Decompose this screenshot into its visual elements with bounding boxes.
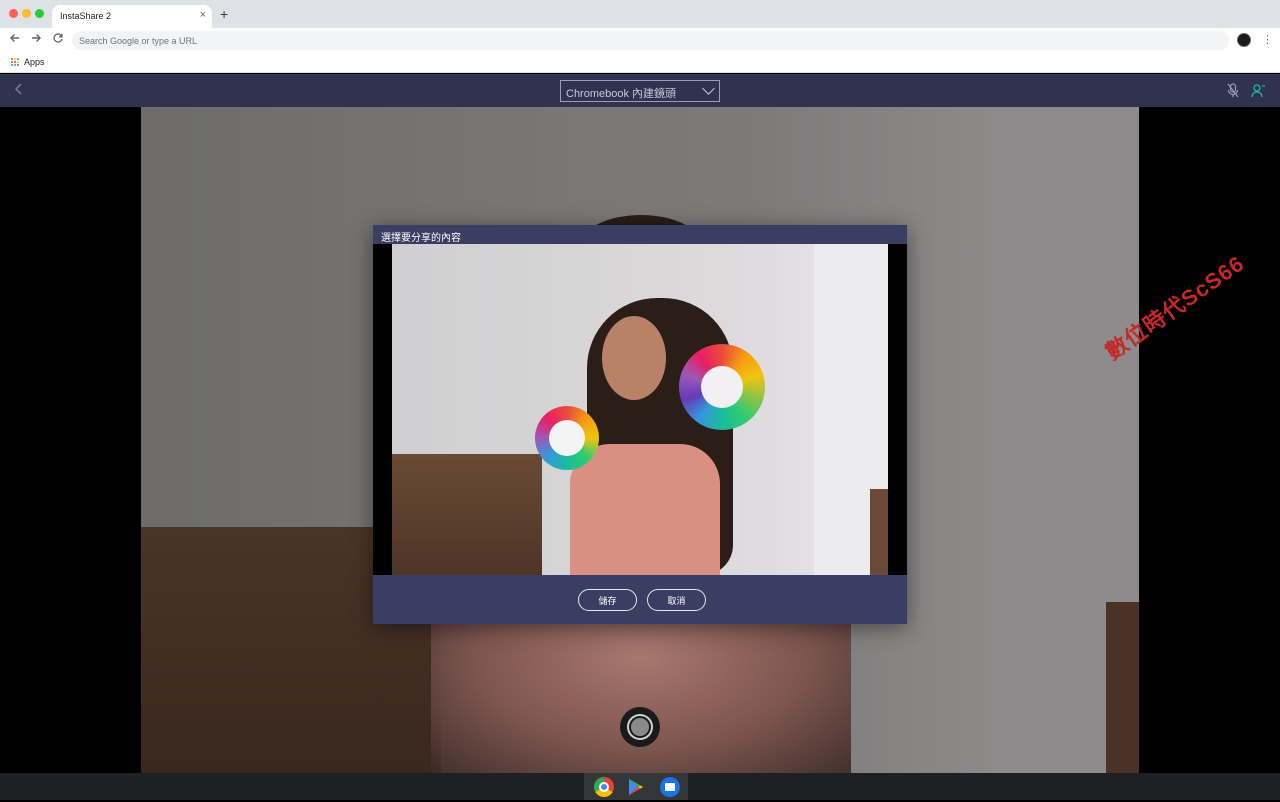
shutter-button[interactable] — [620, 707, 660, 747]
profile-avatar[interactable] — [1237, 33, 1251, 47]
photo-face — [602, 316, 666, 400]
apps-bookmark-label[interactable]: Apps — [24, 57, 45, 67]
maximize-window-button[interactable] — [35, 9, 44, 18]
new-tab-button[interactable]: + — [220, 7, 228, 21]
browser-tab[interactable]: InstaShare 2 × — [52, 5, 212, 28]
tab-title: InstaShare 2 — [60, 11, 112, 21]
back-arrow-icon[interactable] — [14, 82, 24, 99]
photo-body — [570, 444, 720, 575]
dialog-title: 選擇要分享的內容 — [381, 233, 461, 244]
camera-select-value: Chromebook 內建鏡頭 — [566, 88, 677, 100]
cancel-button[interactable]: 取消 — [647, 589, 706, 611]
url-input[interactable] — [79, 33, 1179, 48]
user-icon[interactable] — [1251, 83, 1265, 99]
color-wheel-right — [679, 344, 765, 430]
save-button[interactable]: 儲存 — [578, 589, 637, 611]
close-window-button[interactable] — [9, 9, 18, 18]
browser-toolbar: ⋮ — [0, 28, 1280, 53]
back-icon[interactable] — [9, 32, 21, 48]
bookmarks-bar: Apps — [0, 53, 1280, 73]
captured-photo-preview — [373, 244, 907, 575]
photo-dresser-right — [870, 489, 888, 575]
chevron-down-icon — [702, 82, 715, 95]
captured-photo — [392, 244, 888, 575]
app-header: Chromebook 內建鏡頭 — [0, 74, 1280, 107]
browser-tabbar: InstaShare 2 × + — [0, 0, 1280, 28]
apps-grid-icon[interactable] — [11, 58, 20, 67]
feed-person — [431, 607, 851, 773]
photo-dresser — [392, 454, 542, 575]
camera-select[interactable]: Chromebook 內建鏡頭 — [560, 80, 720, 102]
minimize-window-button[interactable] — [22, 9, 31, 18]
share-content-dialog: 選擇要分享的內容 儲存 取消 — [373, 225, 907, 624]
chrome-icon[interactable] — [594, 777, 614, 797]
omnibox[interactable] — [72, 31, 1229, 50]
shelf-apps — [584, 773, 688, 800]
shutter-core-icon — [631, 718, 649, 736]
reload-icon[interactable] — [52, 32, 64, 48]
mic-off-icon[interactable] — [1227, 83, 1239, 99]
play-store-icon[interactable] — [626, 777, 646, 797]
os-shelf — [0, 773, 1280, 800]
files-icon[interactable] — [660, 777, 680, 797]
forward-icon[interactable] — [30, 32, 42, 48]
color-wheel-left — [535, 406, 599, 470]
more-menu-icon[interactable]: ⋮ — [1262, 33, 1273, 47]
tab-close-icon[interactable]: × — [200, 9, 206, 21]
dialog-footer: 儲存 取消 — [373, 575, 907, 624]
feed-dresser-right — [1106, 602, 1139, 773]
